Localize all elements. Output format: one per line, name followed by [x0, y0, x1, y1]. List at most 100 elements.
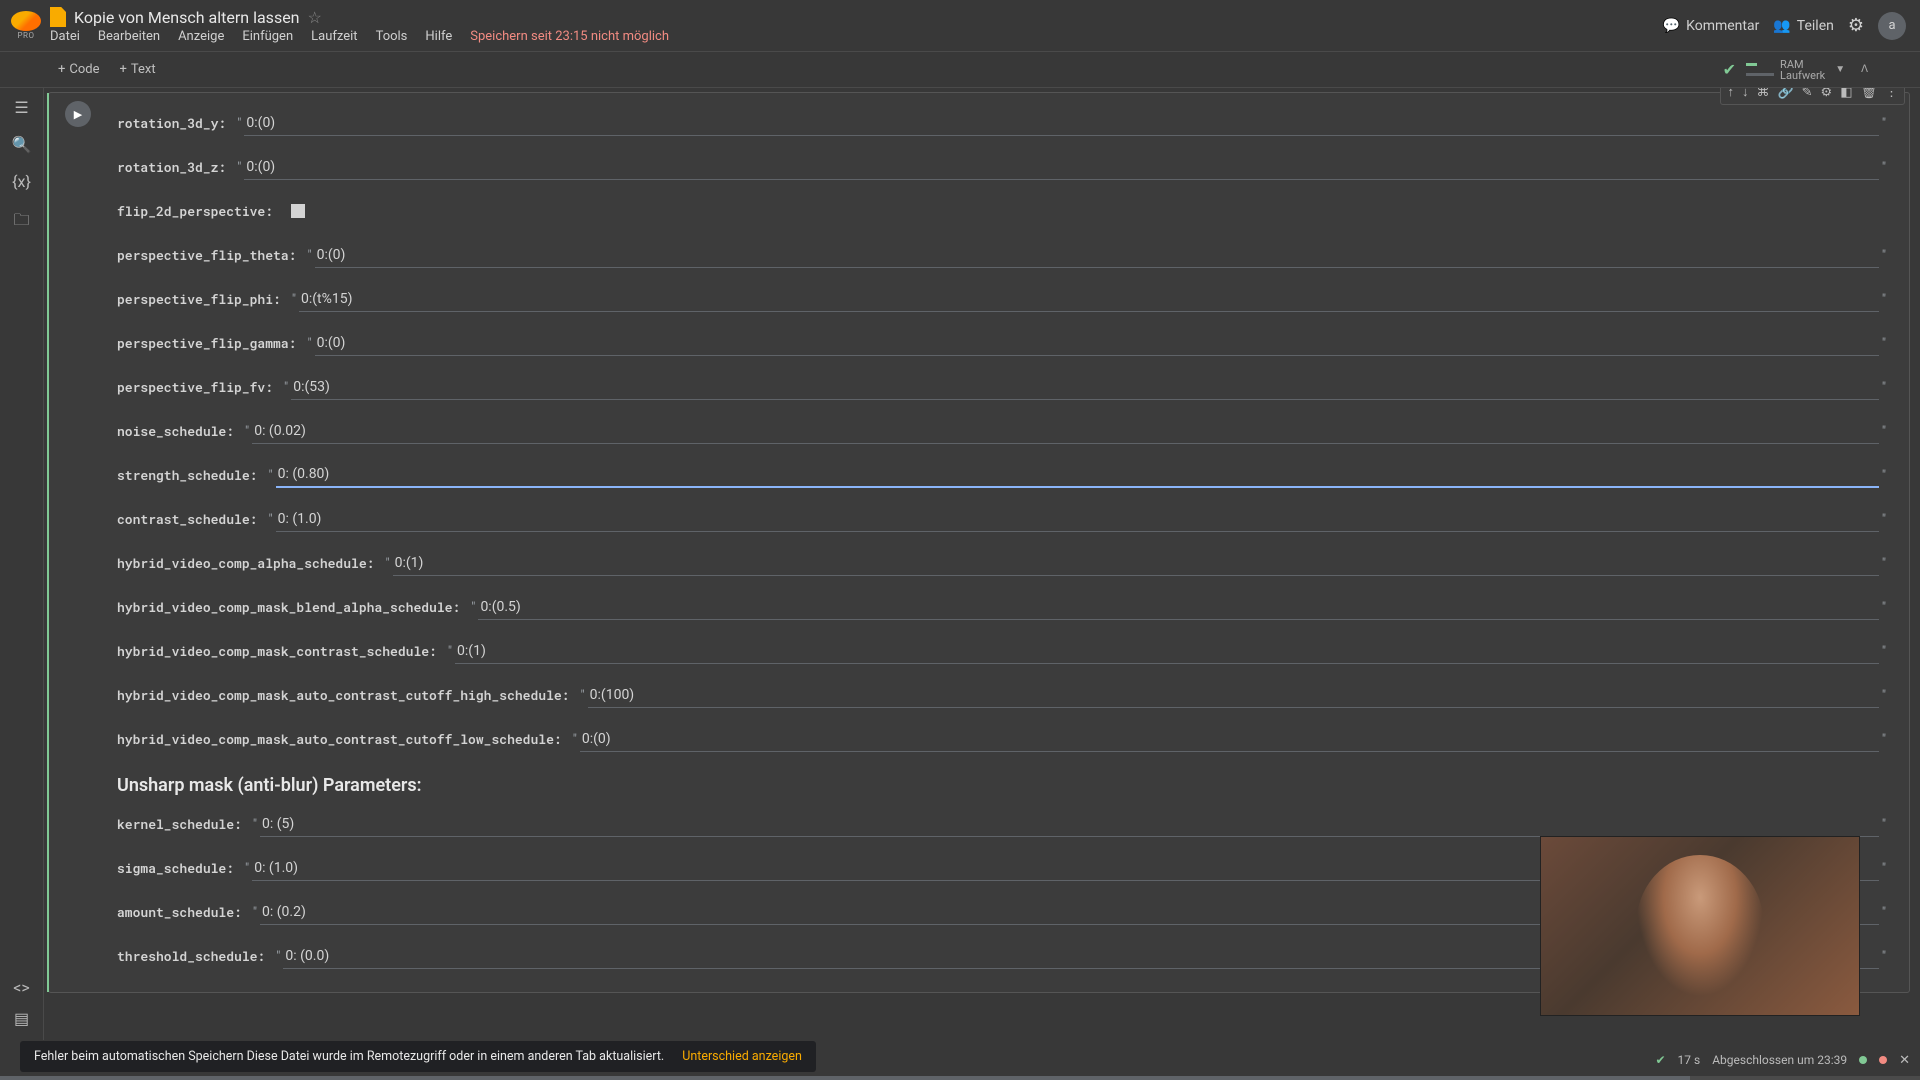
form-row: rotation_3d_y:"": [117, 101, 1889, 145]
form-row: hybrid_video_comp_alpha_schedule:"": [117, 541, 1889, 585]
ram-indicator[interactable]: ✔ RAM Laufwerk ▼: [1723, 59, 1850, 81]
mirror-icon[interactable]: ◧: [1840, 88, 1852, 100]
top-bar: PRO Kopie von Mensch altern lassen ☆ Dat…: [0, 0, 1920, 52]
form-row: strength_schedule:"": [117, 453, 1889, 497]
more-icon[interactable]: ⋮: [1885, 88, 1898, 100]
form-row: perspective_flip_gamma:"": [117, 321, 1889, 365]
form-input[interactable]: [478, 595, 1878, 620]
form-input[interactable]: [315, 243, 1879, 268]
form-input[interactable]: [244, 155, 1878, 180]
quote-close: ": [1879, 556, 1889, 571]
link-icon[interactable]: 🔗: [1777, 88, 1793, 100]
form-row: rotation_3d_z:"": [117, 145, 1889, 189]
form-row: hybrid_video_comp_mask_auto_contrast_cut…: [117, 673, 1889, 717]
autosave-error-banner: Fehler beim automatischen Speichern Dies…: [20, 1041, 816, 1072]
share-button[interactable]: 👥 Teilen: [1773, 18, 1834, 34]
delete-icon[interactable]: 🗑: [1860, 88, 1877, 100]
files-icon[interactable]: 🗀: [13, 209, 29, 236]
quote-close: ": [1879, 292, 1889, 307]
quote-open: ": [242, 424, 252, 439]
quote-open: ": [281, 380, 291, 395]
form-input[interactable]: [260, 812, 1879, 837]
status-dot-red: [1879, 1056, 1887, 1064]
form-label: sigma_schedule:: [117, 859, 242, 877]
colab-logo[interactable]: PRO: [8, 8, 44, 44]
pro-badge: PRO: [18, 31, 35, 40]
terminal-icon[interactable]: ▤: [14, 1009, 29, 1028]
comment-button[interactable]: 💬 Kommentar: [1663, 18, 1760, 34]
quote-open: ": [273, 949, 283, 964]
form-row: hybrid_video_comp_mask_blend_alpha_sched…: [117, 585, 1889, 629]
form-input[interactable]: [276, 462, 1879, 488]
menu-datei[interactable]: Datei: [50, 29, 80, 44]
menu-anzeige[interactable]: Anzeige: [178, 29, 224, 44]
star-icon[interactable]: ☆: [308, 8, 322, 27]
quote-open: ": [265, 512, 275, 527]
copy-link-icon[interactable]: ⌘: [1756, 88, 1769, 100]
form-label: threshold_schedule:: [117, 947, 273, 965]
search-icon[interactable]: 🔍: [12, 135, 32, 154]
notebook-content[interactable]: 1s ↑ ↓ ⌘ 🔗 ✎ ⚙ ◧ 🗑 ⋮ ▶ rotation_3d_y:""r…: [44, 88, 1920, 1040]
quote-close: ": [1879, 116, 1889, 131]
quote-open: ": [250, 817, 260, 832]
form-label: strength_schedule:: [117, 466, 265, 484]
form-input[interactable]: [315, 331, 1879, 356]
save-warning[interactable]: Speichern seit 23:15 nicht möglich: [470, 29, 669, 44]
share-icon: 👥: [1773, 18, 1790, 34]
menu-laufzeit[interactable]: Laufzeit: [311, 29, 357, 44]
quote-close: ": [1879, 905, 1889, 920]
webcam-overlay: [1540, 836, 1860, 1016]
section-heading: Unsharp mask (anti-blur) Parameters:: [117, 761, 1889, 802]
menu-tools[interactable]: Tools: [376, 29, 408, 44]
document-title[interactable]: Kopie von Mensch altern lassen: [74, 8, 300, 27]
quote-close: ": [1879, 732, 1889, 747]
avatar[interactable]: a: [1878, 12, 1906, 40]
form-input[interactable]: [291, 375, 1879, 400]
gear-icon[interactable]: ⚙: [1848, 15, 1864, 36]
menu-hilfe[interactable]: Hilfe: [425, 29, 452, 44]
left-rail: ☰ 🔍 {x} 🗀 <> ▤: [0, 88, 44, 1040]
edit-icon[interactable]: ✎: [1802, 88, 1813, 100]
comment-icon: 💬: [1663, 18, 1680, 34]
form-input[interactable]: [252, 419, 1879, 444]
form-label: hybrid_video_comp_mask_auto_contrast_cut…: [117, 686, 577, 704]
caret-down-icon[interactable]: ▼: [1831, 64, 1849, 75]
quote-open: ": [304, 248, 314, 263]
add-text-button[interactable]: + Text: [110, 58, 166, 81]
form-input[interactable]: [393, 551, 1879, 576]
move-down-icon[interactable]: ↓: [1742, 88, 1749, 100]
move-up-icon[interactable]: ↑: [1727, 88, 1734, 100]
quote-close: ": [1879, 248, 1889, 263]
add-code-button[interactable]: + Code: [48, 58, 110, 81]
checkbox[interactable]: [291, 204, 305, 218]
quote-close: ": [1879, 160, 1889, 175]
quote-close: ": [1879, 468, 1889, 483]
code-toggle-icon[interactable]: <>: [13, 978, 30, 997]
toc-icon[interactable]: ☰: [14, 98, 28, 117]
form-input[interactable]: [299, 287, 1879, 312]
variables-icon[interactable]: {x}: [12, 172, 31, 191]
diff-link[interactable]: Unterschied anzeigen: [682, 1049, 802, 1064]
quote-close: ": [1879, 861, 1889, 876]
quote-open: ": [234, 116, 244, 131]
quote-open: ": [468, 600, 478, 615]
close-icon[interactable]: ✕: [1899, 1053, 1910, 1068]
quote-close: ": [1879, 817, 1889, 832]
form-input[interactable]: [455, 639, 1879, 664]
form-row: perspective_flip_phi:"": [117, 277, 1889, 321]
menu-einfuegen[interactable]: Einfügen: [242, 29, 293, 44]
form-input[interactable]: [276, 507, 1879, 532]
settings-icon[interactable]: ⚙: [1821, 88, 1833, 100]
menu-bearbeiten[interactable]: Bearbeiten: [98, 29, 160, 44]
form-label: amount_schedule:: [117, 903, 250, 921]
form-input[interactable]: [244, 111, 1878, 136]
quote-close: ": [1879, 336, 1889, 351]
run-cell-button[interactable]: ▶: [65, 101, 91, 127]
form-input[interactable]: [580, 727, 1879, 752]
expand-icon[interactable]: ᐱ: [1857, 64, 1872, 75]
form-row: hybrid_video_comp_mask_auto_contrast_cut…: [117, 717, 1889, 761]
form-row: hybrid_video_comp_mask_contrast_schedule…: [117, 629, 1889, 673]
form-input[interactable]: [588, 683, 1879, 708]
document-icon: [50, 7, 66, 27]
quote-open: ": [445, 644, 455, 659]
